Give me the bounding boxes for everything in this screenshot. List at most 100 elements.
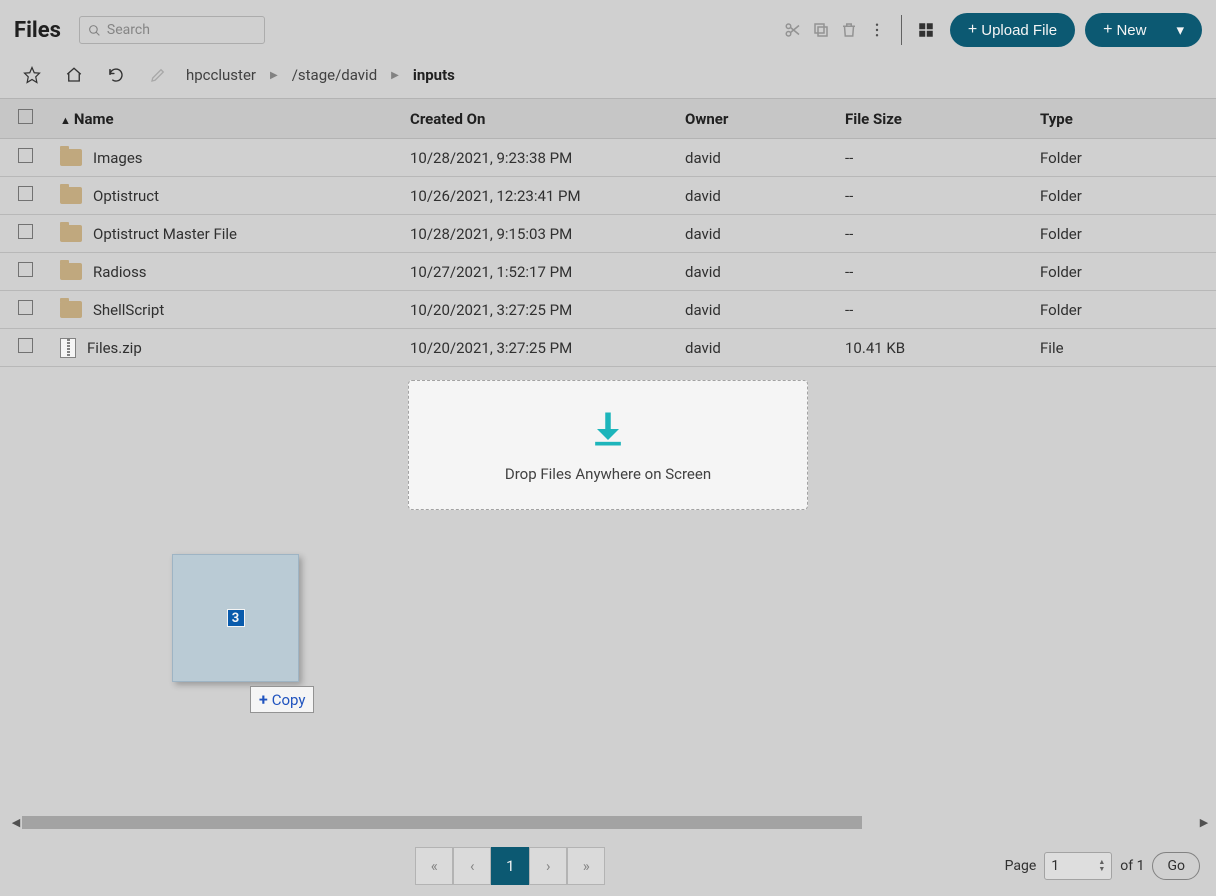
file-size: 10.41 KB: [835, 329, 1030, 367]
home-icon: [65, 66, 83, 84]
table-row[interactable]: Images10/28/2021, 9:23:38 PMdavid--Folde…: [0, 139, 1216, 177]
column-name[interactable]: ▲Name: [50, 99, 400, 139]
spinner-down-icon[interactable]: ▼: [1098, 866, 1105, 873]
delete-button[interactable]: [835, 16, 863, 44]
file-created: 10/26/2021, 12:23:41 PM: [400, 177, 675, 215]
upload-label: Upload File: [981, 22, 1057, 39]
breadcrumb-item-current: inputs: [413, 66, 455, 84]
file-name: Optistruct Master File: [93, 225, 237, 243]
file-owner: david: [675, 139, 835, 177]
file-created: 10/20/2021, 3:27:25 PM: [400, 329, 675, 367]
row-checkbox[interactable]: [18, 300, 33, 315]
breadcrumb-item[interactable]: hpccluster: [186, 66, 256, 84]
scroll-left-icon[interactable]: ◀: [10, 816, 22, 829]
file-created: 10/27/2021, 1:52:17 PM: [400, 253, 675, 291]
scroll-thumb[interactable]: [22, 816, 862, 829]
go-button[interactable]: Go: [1152, 852, 1200, 880]
scissors-icon: [784, 21, 802, 39]
table-row[interactable]: ShellScript 10/20/2021, 3:27:25 PMdavid--…: [0, 291, 1216, 329]
row-checkbox[interactable]: [18, 224, 33, 239]
kebab-icon: [868, 21, 886, 39]
refresh-button[interactable]: [102, 61, 130, 89]
refresh-icon: [107, 66, 125, 84]
file-name: Radioss: [93, 263, 147, 281]
chevron-down-icon: ▾: [1176, 21, 1184, 39]
pencil-icon: [149, 66, 167, 84]
table-row[interactable]: Files.zip 10/20/2021, 3:27:25 PMdavid10.4…: [0, 329, 1216, 367]
folder-icon: [60, 187, 82, 204]
file-created: 10/20/2021, 3:27:25 PM: [400, 291, 675, 329]
trash-icon: [840, 21, 858, 39]
row-checkbox[interactable]: [18, 186, 33, 201]
file-size: --: [835, 291, 1030, 329]
column-created[interactable]: Created On: [400, 99, 675, 139]
row-checkbox[interactable]: [18, 338, 33, 353]
column-owner[interactable]: Owner: [675, 99, 835, 139]
favorite-button[interactable]: [18, 61, 46, 89]
row-checkbox[interactable]: [18, 148, 33, 163]
table-row[interactable]: Optistruct10/26/2021, 12:23:41 PMdavid--…: [0, 177, 1216, 215]
table-row[interactable]: Optistruct Master File10/28/2021, 9:15:0…: [0, 215, 1216, 253]
file-size: --: [835, 253, 1030, 291]
folder-icon: [60, 149, 82, 166]
more-button[interactable]: [863, 16, 891, 44]
file-name: Images: [93, 149, 143, 167]
column-size[interactable]: File Size: [835, 99, 1030, 139]
page-of-text: of 1: [1120, 858, 1144, 874]
page-title: Files: [14, 18, 61, 43]
file-name: ShellScript: [93, 301, 164, 319]
page-number-input[interactable]: 1 ▲▼: [1044, 852, 1112, 880]
cut-button[interactable]: [779, 16, 807, 44]
page-current-button[interactable]: 1: [491, 847, 529, 885]
scroll-right-icon[interactable]: ▶: [1198, 816, 1210, 829]
breadcrumb-sep: ▶: [270, 70, 278, 81]
copy-icon: [812, 21, 830, 39]
folder-icon: [60, 263, 82, 280]
folder-icon: [60, 225, 82, 242]
file-name: Files.zip: [87, 339, 142, 357]
new-label: New: [1116, 22, 1146, 39]
page-value: 1: [1051, 858, 1059, 874]
search-input[interactable]: Search: [79, 16, 265, 44]
scroll-track[interactable]: [22, 816, 1198, 829]
file-owner: david: [675, 177, 835, 215]
grid-view-button[interactable]: [912, 16, 940, 44]
breadcrumb-item[interactable]: /stage/david: [292, 66, 377, 84]
search-icon: [88, 24, 101, 37]
plus-icon: +: [259, 690, 268, 709]
select-all-checkbox[interactable]: [18, 109, 33, 124]
column-type[interactable]: Type: [1030, 99, 1216, 139]
file-type: Folder: [1030, 215, 1216, 253]
topbar: Files Search + Upload File + New ▾: [0, 0, 1216, 60]
copy-button[interactable]: [807, 16, 835, 44]
upload-file-button[interactable]: + Upload File: [950, 13, 1075, 47]
page-first-button[interactable]: «: [415, 847, 453, 885]
home-button[interactable]: [60, 61, 88, 89]
file-type: Folder: [1030, 177, 1216, 215]
file-owner: david: [675, 215, 835, 253]
copy-label: Copy: [272, 691, 306, 709]
row-checkbox[interactable]: [18, 262, 33, 277]
separator: [901, 15, 902, 45]
star-icon: [23, 66, 41, 84]
new-button[interactable]: + New ▾: [1085, 13, 1202, 47]
page-label: Page: [1005, 858, 1037, 874]
file-type: Folder: [1030, 139, 1216, 177]
search-placeholder: Search: [107, 22, 150, 38]
file-owner: david: [675, 329, 835, 367]
drop-zone[interactable]: Drop Files Anywhere on Screen: [408, 380, 808, 510]
folder-icon: [60, 301, 82, 318]
file-table: ▲Name Created On Owner File Size Type Im…: [0, 98, 1216, 367]
edit-button[interactable]: [144, 61, 172, 89]
file-owner: david: [675, 291, 835, 329]
plus-icon: +: [1103, 21, 1112, 39]
table-row[interactable]: Radioss10/27/2021, 1:52:17 PMdavid--Fold…: [0, 253, 1216, 291]
file-name: Optistruct: [93, 187, 159, 205]
zip-icon: [60, 338, 76, 358]
page-next-button[interactable]: ›: [529, 847, 567, 885]
page-last-button[interactable]: »: [567, 847, 605, 885]
grid-icon: [917, 21, 935, 39]
page-prev-button[interactable]: ‹: [453, 847, 491, 885]
file-size: --: [835, 215, 1030, 253]
horizontal-scrollbar[interactable]: ◀ ▶: [10, 814, 1210, 830]
